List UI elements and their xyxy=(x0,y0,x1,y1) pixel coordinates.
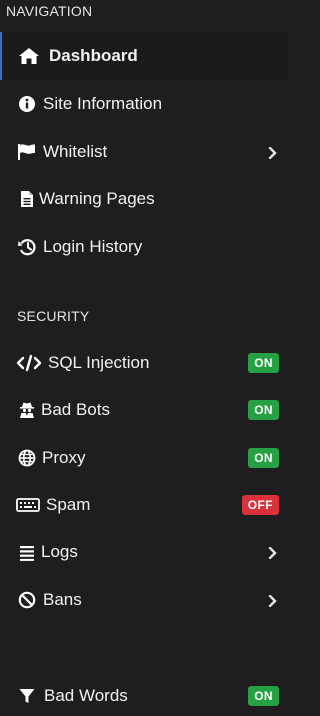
chevron-right-icon xyxy=(268,546,278,560)
sidebar-item-label: Warning Pages xyxy=(39,189,155,208)
info-icon xyxy=(16,95,38,113)
sidebar-item-label: Bans xyxy=(43,590,82,609)
active-indicator xyxy=(0,32,2,80)
sidebar-item-site-information[interactable]: Site Information xyxy=(0,84,288,124)
filter-icon xyxy=(16,687,38,705)
status-badge-on[interactable]: ON xyxy=(248,400,279,420)
chevron-right-icon xyxy=(268,594,278,608)
sidebar-item-whitelist[interactable]: Whitelist xyxy=(0,132,288,172)
sidebar-item-logs[interactable]: Logs xyxy=(0,532,288,572)
globe-icon xyxy=(16,449,38,467)
status-badge-off[interactable]: OFF xyxy=(241,495,279,515)
sidebar-item-label: SQL Injection xyxy=(48,353,150,372)
sidebar-item-bad-bots[interactable]: Bad Bots ON xyxy=(0,390,288,430)
sidebar-item-label: Login History xyxy=(43,237,143,256)
flag-icon xyxy=(16,143,38,161)
sidebar-item-sql-injection[interactable]: SQL Injection ON xyxy=(0,343,288,383)
sidebar-item-warning-pages[interactable]: Warning Pages xyxy=(0,179,288,219)
sidebar-item-label: Bad Bots xyxy=(41,400,110,419)
sidebar-item-label: Bad Words xyxy=(44,686,128,705)
sidebar-item-label: Spam xyxy=(46,495,91,514)
sidebar-item-proxy[interactable]: Proxy ON xyxy=(0,438,288,478)
sidebar-item-bans[interactable]: Bans xyxy=(0,580,288,620)
status-badge-on[interactable]: ON xyxy=(248,686,279,706)
sidebar-item-spam[interactable]: Spam OFF xyxy=(0,485,288,525)
sidebar-item-label: Whitelist xyxy=(43,142,108,161)
security-heading: SECURITY xyxy=(17,308,90,324)
ban-icon xyxy=(16,591,38,609)
sidebar-item-dashboard[interactable]: Dashboard xyxy=(0,32,288,80)
user-secret-icon xyxy=(16,401,38,419)
file-icon xyxy=(16,190,38,208)
sidebar-item-bad-words[interactable]: Bad Words ON xyxy=(0,676,288,716)
sidebar-item-label: Logs xyxy=(41,542,78,561)
list-icon xyxy=(16,543,38,561)
keyboard-icon xyxy=(16,496,40,514)
sidebar-item-label: Dashboard xyxy=(49,46,138,65)
status-badge-on[interactable]: ON xyxy=(248,353,279,373)
home-icon xyxy=(18,47,40,65)
sidebar-item-login-history[interactable]: Login History xyxy=(0,227,288,267)
sidebar-item-label: Proxy xyxy=(42,448,86,467)
chevron-right-icon xyxy=(268,146,278,160)
history-icon xyxy=(16,238,38,256)
status-badge-on[interactable]: ON xyxy=(248,448,279,468)
navigation-heading: NAVIGATION xyxy=(6,3,93,19)
sidebar-item-label: Site Information xyxy=(43,94,163,113)
code-icon xyxy=(16,354,42,372)
